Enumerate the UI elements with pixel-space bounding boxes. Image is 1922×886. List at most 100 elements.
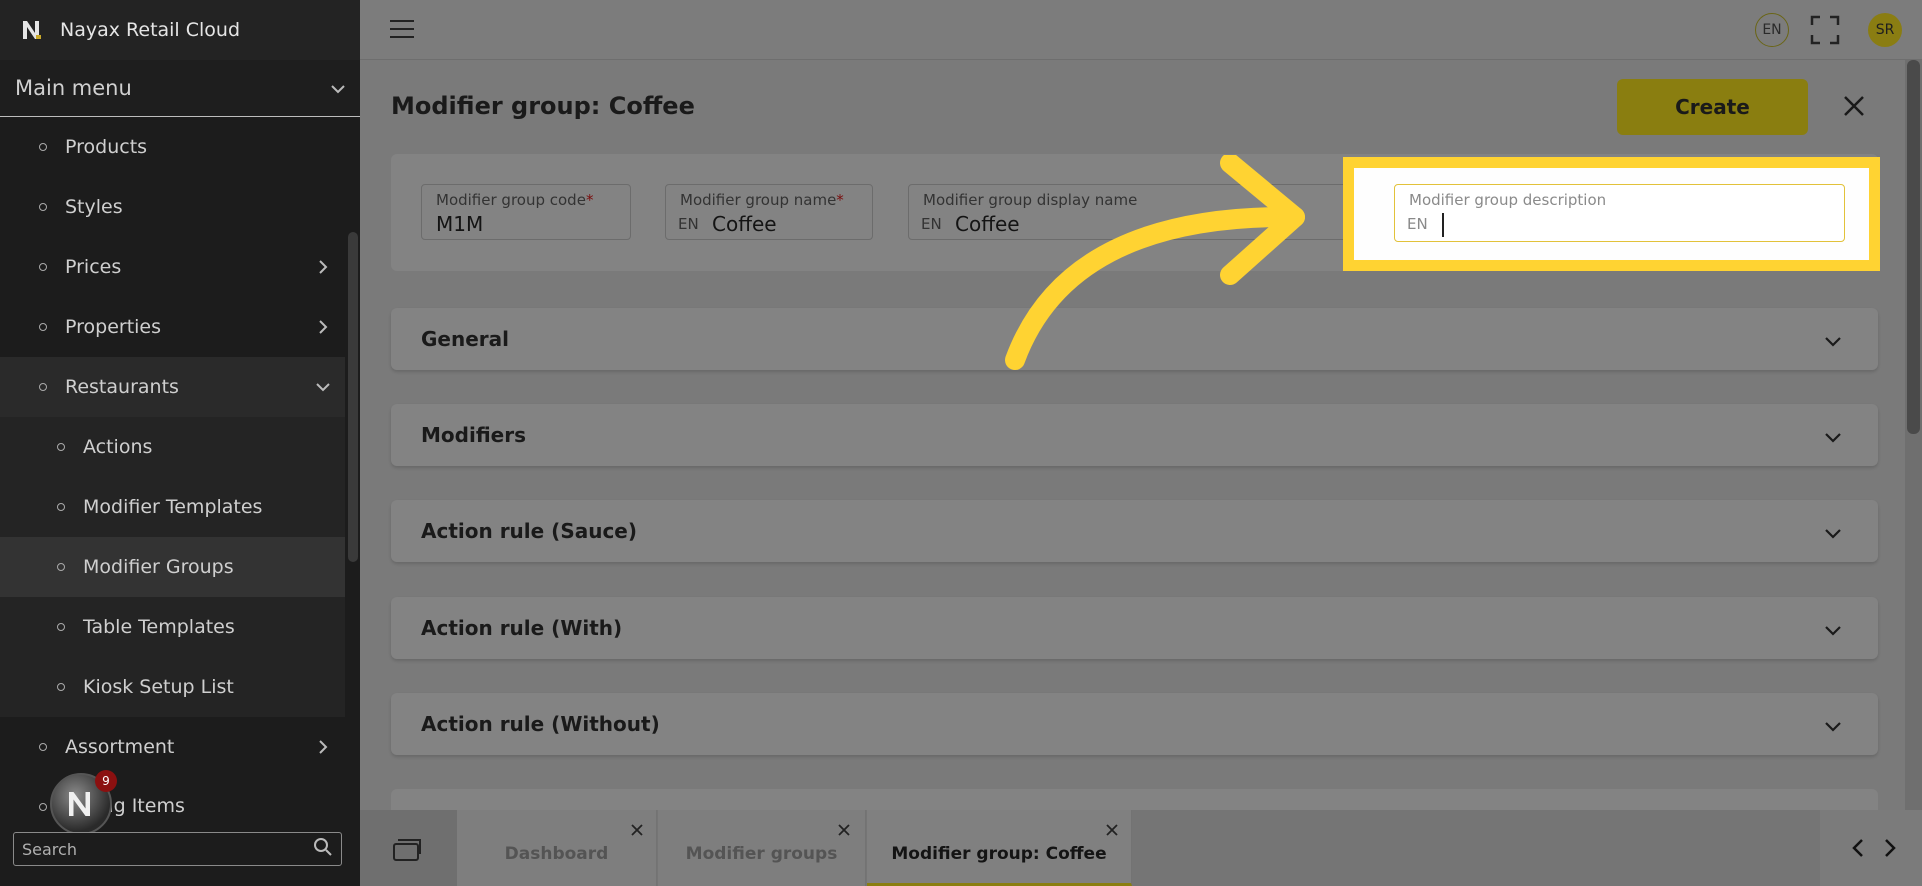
bullet-icon [57, 563, 65, 571]
menu-list: Products Styles Prices Properties Restau… [0, 117, 345, 817]
create-button[interactable]: Create [1617, 79, 1808, 135]
bullet-icon [57, 443, 65, 451]
tab-label: Dashboard [504, 844, 609, 864]
language-prefix: EN [678, 215, 699, 233]
sidebar-item-properties[interactable]: Properties [0, 297, 345, 357]
tab-label: Modifier group: Coffee [891, 844, 1107, 864]
bullet-icon [39, 803, 47, 811]
sidebar-item-table-templates[interactable]: Table Templates [0, 597, 345, 657]
brand-header: Nayax Retail Cloud [0, 0, 360, 60]
sidebar-item-actions[interactable]: Actions [0, 417, 345, 477]
field-label: Modifier group description [1409, 191, 1607, 209]
nayax-logo-icon [20, 18, 44, 42]
bullet-icon [39, 743, 47, 751]
section-action-rule-without[interactable]: Action rule (Without) [391, 693, 1878, 755]
sidebar-item-modifier-templates[interactable]: Modifier Templates [0, 477, 345, 537]
field-value: Coffee [712, 212, 777, 236]
bullet-icon [39, 263, 47, 271]
section-action-rule-with[interactable]: Action rule (With) [391, 597, 1878, 659]
field-value: M1M [436, 212, 484, 236]
field-label: Modifier group code* [436, 191, 593, 209]
modifier-group-description-field[interactable]: Modifier group description EN [1394, 184, 1845, 242]
hamburger-menu-icon[interactable] [390, 20, 414, 40]
chevron-down-icon [313, 377, 333, 397]
sidebar-item-modifier-groups[interactable]: Modifier Groups [0, 537, 345, 597]
sidebar-item-label: Products [65, 136, 148, 158]
sidebar-item-label: Prices [65, 256, 122, 278]
tabs-area: Dashboard Modifier groups Modifier group… [457, 810, 1921, 886]
sidebar-search [13, 832, 342, 866]
tab-bar: Dashboard Modifier groups Modifier group… [360, 810, 1922, 886]
windows-icon[interactable] [392, 838, 422, 862]
sidebar-item-prices[interactable]: Prices [0, 237, 345, 297]
section-action-rule-sauce[interactable]: Action rule (Sauce) [391, 500, 1878, 562]
bullet-icon [57, 503, 65, 511]
main-scrollbar[interactable] [1905, 60, 1922, 810]
chevron-down-icon [1824, 333, 1842, 347]
sidebar-item-label: Actions [83, 436, 153, 458]
close-icon[interactable] [1104, 822, 1120, 838]
close-icon[interactable] [836, 822, 852, 838]
bullet-icon [39, 323, 47, 331]
sidebar-item-label: Restaurants [65, 376, 179, 398]
field-label-text: Modifier group code [436, 191, 586, 209]
bullet-icon [39, 143, 47, 151]
fullscreen-icon[interactable] [1810, 15, 1840, 45]
main-scrollbar-thumb[interactable] [1907, 60, 1920, 434]
required-marker: * [585, 191, 594, 209]
main-menu-label: Main menu [15, 76, 132, 100]
bullet-icon [39, 383, 47, 391]
highlight-box: Modifier group description EN [1343, 157, 1880, 271]
section-modifiers[interactable]: Modifiers [391, 404, 1878, 466]
sidebar-item-products[interactable]: Products [0, 117, 345, 177]
sidebar-item-label: Modifier Groups [83, 556, 234, 578]
chevron-right-icon [313, 317, 333, 337]
sidebar-item-label: Modifier Templates [83, 496, 263, 518]
language-selector[interactable]: EN [1755, 13, 1789, 47]
required-marker: * [836, 191, 844, 209]
user-avatar[interactable]: SR [1868, 13, 1902, 47]
tab-modifier-groups[interactable]: Modifier groups [658, 810, 866, 886]
chevron-down-icon [1824, 718, 1842, 732]
sidebar-search-input[interactable] [22, 839, 313, 859]
chevron-down-icon [330, 79, 346, 98]
sidebar-item-restaurants[interactable]: Restaurants [0, 357, 345, 417]
chevron-left-icon[interactable] [1850, 838, 1866, 858]
sidebar: Nayax Retail Cloud Main menu Products St… [0, 0, 360, 886]
search-icon[interactable] [313, 837, 333, 861]
chevron-right-icon[interactable] [1882, 838, 1898, 858]
chevron-down-icon [1824, 429, 1842, 443]
sidebar-item-label: Kiosk Setup List [83, 676, 234, 698]
app-title: Nayax Retail Cloud [60, 19, 241, 41]
tab-modifier-group-coffee[interactable]: Modifier group: Coffee [867, 810, 1132, 886]
modifier-group-name-field[interactable]: Modifier group name* EN Coffee [665, 184, 873, 240]
sidebar-item-label: Properties [65, 316, 162, 338]
tab-dashboard[interactable]: Dashboard [457, 810, 657, 886]
close-icon[interactable] [1840, 92, 1868, 120]
topbar: EN SR [360, 0, 1922, 60]
tab-navigation [1820, 810, 1922, 886]
sidebar-scrollbar[interactable] [348, 232, 358, 562]
bullet-icon [39, 203, 47, 211]
close-icon[interactable] [629, 822, 645, 838]
sidebar-item-assortment[interactable]: Assortment [0, 717, 345, 777]
main-menu-toggle[interactable]: Main menu [0, 60, 360, 117]
sidebar-item-label: Table Templates [83, 616, 235, 638]
page-title: Modifier group: Coffee [391, 92, 695, 120]
sidebar-item-label: Assortment [65, 736, 175, 758]
section-title: Modifiers [421, 423, 526, 447]
text-caret [1442, 213, 1444, 237]
chevron-down-icon [1824, 525, 1842, 539]
sidebar-item-styles[interactable]: Styles [0, 177, 345, 237]
section-title: Action rule (With) [421, 616, 623, 640]
chevron-right-icon [313, 737, 333, 757]
language-prefix: EN [921, 215, 942, 233]
modifier-group-code-field[interactable]: Modifier group code* M1M [421, 184, 631, 240]
sidebar-item-kiosk-setup-list[interactable]: Kiosk Setup List [0, 657, 345, 717]
bullet-icon [57, 683, 65, 691]
section-title: Action rule (Sauce) [421, 519, 638, 543]
section-title: General [421, 327, 509, 351]
tab-label: Modifier groups [685, 844, 838, 864]
field-label-text: Modifier group name [680, 191, 837, 209]
chevron-down-icon [1824, 622, 1842, 636]
